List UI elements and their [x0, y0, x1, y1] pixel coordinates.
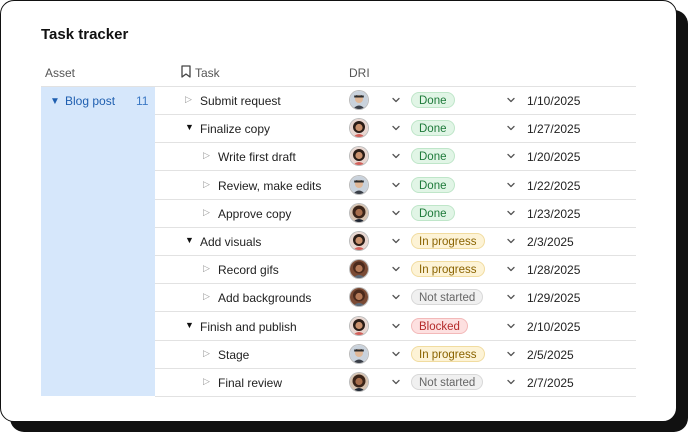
triangle-right-icon[interactable]: ▷: [203, 179, 210, 190]
due-date[interactable]: 1/20/2025: [527, 150, 580, 164]
task-name[interactable]: Add visuals: [200, 235, 261, 249]
task-name[interactable]: Finalize copy: [200, 122, 270, 136]
triangle-down-icon[interactable]: ▼: [185, 235, 194, 245]
due-date[interactable]: 2/7/2025: [527, 376, 574, 390]
chevron-down-icon[interactable]: [391, 375, 401, 389]
due-date[interactable]: 1/22/2025: [527, 179, 580, 193]
status-badge[interactable]: Not started: [411, 374, 484, 390]
triangle-right-icon[interactable]: ▷: [203, 348, 210, 359]
triangle-down-icon[interactable]: ▼: [185, 320, 194, 330]
avatar[interactable]: [350, 147, 368, 166]
table-row[interactable]: ▼ Finish and publish Blocked 2/10/2025: [155, 313, 636, 341]
column-header-asset[interactable]: Asset: [45, 66, 75, 80]
chevron-down-icon[interactable]: [506, 149, 516, 163]
triangle-right-icon[interactable]: ▷: [203, 263, 210, 274]
avatar[interactable]: [350, 260, 368, 279]
chevron-down-icon[interactable]: [391, 121, 401, 135]
page-title: Task tracker: [41, 26, 129, 43]
due-date[interactable]: 1/28/2025: [527, 263, 580, 277]
chevron-down-icon[interactable]: [391, 319, 401, 333]
avatar[interactable]: [350, 119, 368, 138]
task-name[interactable]: Finish and publish: [200, 320, 297, 334]
due-date[interactable]: 2/5/2025: [527, 348, 574, 362]
triangle-right-icon[interactable]: ▷: [203, 376, 210, 387]
task-name[interactable]: Add backgrounds: [218, 291, 311, 305]
due-date[interactable]: 2/10/2025: [527, 320, 580, 334]
chevron-down-icon[interactable]: [506, 347, 516, 361]
table-header: Asset Task DRI: [41, 59, 636, 87]
triangle-right-icon[interactable]: ▷: [203, 291, 210, 302]
chevron-down-icon[interactable]: [391, 206, 401, 220]
status-badge[interactable]: Done: [411, 120, 455, 137]
task-name[interactable]: Review, make edits: [218, 179, 321, 193]
chevron-down-icon[interactable]: [506, 206, 516, 220]
triangle-right-icon[interactable]: ▷: [203, 207, 210, 218]
due-date[interactable]: 1/23/2025: [527, 207, 580, 221]
task-name[interactable]: Approve copy: [218, 207, 291, 221]
status-badge[interactable]: In progress: [411, 261, 485, 278]
table-row[interactable]: ▼ Finalize copy Done 1/27/2025: [155, 115, 636, 144]
asset-group-cell[interactable]: ▼ Blog post 11: [41, 87, 155, 396]
chevron-down-icon[interactable]: [506, 290, 516, 304]
status-badge[interactable]: Done: [411, 148, 455, 165]
status-badge[interactable]: Done: [411, 204, 455, 221]
chevron-down-icon[interactable]: [506, 234, 516, 248]
avatar[interactable]: [350, 232, 368, 250]
avatar[interactable]: [350, 373, 368, 391]
avatar[interactable]: [350, 175, 368, 194]
due-date[interactable]: 2/3/2025: [527, 235, 574, 249]
table-row[interactable]: ▼ Add visuals In progress 2/3/2025: [155, 228, 636, 256]
asset-count: 11: [136, 94, 149, 108]
chevron-down-icon[interactable]: [391, 178, 401, 192]
chevron-down-icon[interactable]: [391, 347, 401, 361]
chevron-down-icon[interactable]: [391, 149, 401, 163]
table-row[interactable]: ▷ Stage In progress 2/5/2025: [155, 341, 636, 369]
status-badge[interactable]: Done: [411, 92, 455, 108]
task-name[interactable]: Record gifs: [218, 263, 279, 277]
column-header-task[interactable]: Task: [195, 66, 220, 80]
chevron-down-icon[interactable]: [506, 375, 516, 389]
due-date[interactable]: 1/27/2025: [527, 122, 580, 136]
due-date[interactable]: 1/29/2025: [527, 291, 580, 305]
chevron-down-icon[interactable]: [506, 262, 516, 276]
chevron-down-icon[interactable]: [391, 290, 401, 304]
triangle-down-icon[interactable]: ▼: [185, 122, 194, 132]
task-name[interactable]: Final review: [218, 376, 282, 390]
status-badge[interactable]: In progress: [411, 345, 485, 362]
triangle-right-icon[interactable]: ▷: [185, 94, 192, 105]
table-row[interactable]: ▷ Review, make edits Done 1/22/2025: [155, 172, 636, 200]
due-date[interactable]: 1/10/2025: [527, 94, 580, 108]
table-row[interactable]: ▷ Add backgrounds Not started 1/29/2025: [155, 284, 636, 313]
task-name[interactable]: Submit request: [200, 94, 281, 108]
table-row[interactable]: ▷ Record gifs In progress 1/28/2025: [155, 256, 636, 285]
task-name[interactable]: Stage: [218, 348, 249, 362]
avatar[interactable]: [350, 316, 368, 335]
column-header-dri[interactable]: DRI: [349, 66, 370, 80]
chevron-down-icon[interactable]: [506, 121, 516, 135]
status-badge[interactable]: In progress: [411, 233, 485, 249]
chevron-down-icon[interactable]: [391, 93, 401, 107]
table-row[interactable]: ▷ Approve copy Done 1/23/2025: [155, 200, 636, 228]
table-row[interactable]: ▷ Submit request Done 1/10/2025: [155, 87, 636, 115]
avatar[interactable]: [350, 91, 368, 109]
asset-label: Blog post: [65, 94, 116, 108]
chevron-down-icon[interactable]: [506, 319, 516, 333]
status-badge[interactable]: Done: [411, 176, 455, 193]
avatar[interactable]: [350, 203, 368, 222]
triangle-down-icon[interactable]: ▼: [50, 96, 60, 107]
chevron-down-icon[interactable]: [391, 234, 401, 248]
chevron-down-icon[interactable]: [506, 93, 516, 107]
avatar[interactable]: [350, 288, 368, 307]
bookmark-icon: [181, 65, 191, 81]
task-tracker-card: Task tracker Asset Task DRI ▼ Blog post …: [0, 0, 677, 422]
task-name[interactable]: Write first draft: [218, 150, 296, 164]
avatar[interactable]: [350, 344, 368, 363]
status-badge[interactable]: Not started: [411, 289, 484, 306]
table-row[interactable]: ▷ Write first draft Done 1/20/2025: [155, 143, 636, 172]
triangle-right-icon[interactable]: ▷: [203, 150, 210, 161]
chevron-down-icon[interactable]: [391, 262, 401, 276]
status-badge[interactable]: Blocked: [411, 317, 468, 334]
chevron-down-icon[interactable]: [506, 178, 516, 192]
table-row[interactable]: ▷ Final review Not started 2/7/2025: [155, 369, 636, 397]
